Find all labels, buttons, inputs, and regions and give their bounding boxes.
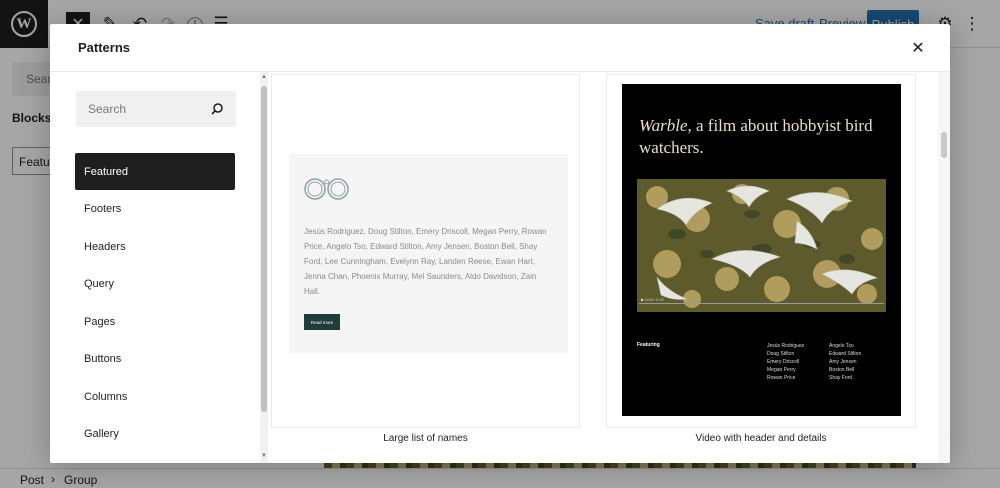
category-list: Featured Footers Headers Query Pages But… (75, 153, 235, 453)
category-buttons[interactable]: Buttons (75, 340, 235, 378)
cast-name: Edward Stilton (829, 351, 862, 357)
cast-name: Angelo Tso (829, 343, 854, 349)
cast-column-1: Jesús Rodriguez Doug Stilton Emery Drisc… (767, 342, 804, 382)
category-columns[interactable]: Columns (75, 378, 235, 416)
cast-name: Shay Ford (829, 375, 853, 381)
patterns-scrollbar[interactable] (938, 72, 950, 463)
cast-name: Doug Stilton (767, 351, 795, 357)
modal-title: Patterns (78, 40, 131, 55)
patterns-modal: Patterns ✕ Featured Footers Headers Quer… (50, 24, 950, 463)
cast-name: Rowan Price (767, 375, 796, 381)
sidebar-scroll-thumb[interactable] (261, 86, 267, 412)
featuring-label: Featuring (637, 342, 660, 348)
video-progress-bar (639, 303, 884, 304)
patterns-scroll-thumb[interactable] (941, 132, 947, 158)
close-icon[interactable]: ✕ (906, 36, 930, 60)
cast-name: Megan Perry (767, 367, 796, 373)
scroll-up-icon[interactable]: ▲ (260, 74, 268, 80)
pattern-label: Video with header and details (695, 433, 827, 444)
sidebar-scrollbar[interactable]: ▲ ▼ (260, 72, 268, 463)
read-more-button: Read more (304, 314, 340, 330)
cast-name: Jesús Rodriguez (767, 343, 805, 349)
binoculars-icon (304, 178, 349, 200)
category-query[interactable]: Query (75, 265, 235, 303)
category-featured[interactable]: Featured (75, 153, 235, 190)
scroll-down-icon[interactable]: ▼ (260, 453, 268, 459)
video-pattern-title: Warble, a film about hobbyist bird watch… (639, 115, 879, 159)
bird-pattern-image (637, 179, 886, 312)
names-list-text: Jesús Rodriguez, Doug Stilton, Emery Dri… (304, 227, 547, 296)
pattern-search-input[interactable] (76, 91, 206, 127)
pattern-card-large-list-of-names[interactable]: Jesús Rodriguez, Doug Stilton, Emery Dri… (271, 74, 580, 428)
search-icon (211, 103, 223, 115)
video-pattern-preview: Warble, a film about hobbyist bird watch… (622, 84, 901, 416)
pattern-categories-sidebar: Featured Footers Headers Query Pages But… (50, 72, 268, 463)
category-footers[interactable]: Footers (75, 190, 235, 228)
category-pages[interactable]: Pages (75, 303, 235, 341)
category-gallery[interactable]: Gallery (75, 415, 235, 453)
video-thumbnail: ▶ 0:00 / 0:47 (637, 179, 886, 312)
patterns-grid: Jesús Rodriguez, Doug Stilton, Emery Dri… (268, 72, 950, 463)
cast-name: Amy Jensen (829, 359, 857, 365)
cast-name: Boston Bell (829, 367, 855, 373)
video-time: 0:00 / 0:47 (645, 297, 665, 302)
cast-column-2: Angelo Tso Edward Stilton Amy Jensen Bos… (829, 342, 861, 382)
cast-name: Emery Driscoll (767, 359, 800, 365)
pattern-label: Large list of names (383, 433, 468, 444)
pattern-card-video-with-header[interactable]: Warble, a film about hobbyist bird watch… (606, 74, 916, 428)
modal-header: Patterns ✕ (50, 24, 950, 72)
title-italic: Warble (639, 116, 688, 135)
pattern-search[interactable] (76, 91, 236, 127)
names-pattern-preview: Jesús Rodriguez, Doug Stilton, Emery Dri… (289, 154, 568, 353)
video-controls: ▶ 0:00 / 0:47 (641, 297, 665, 302)
category-headers[interactable]: Headers (75, 228, 235, 266)
